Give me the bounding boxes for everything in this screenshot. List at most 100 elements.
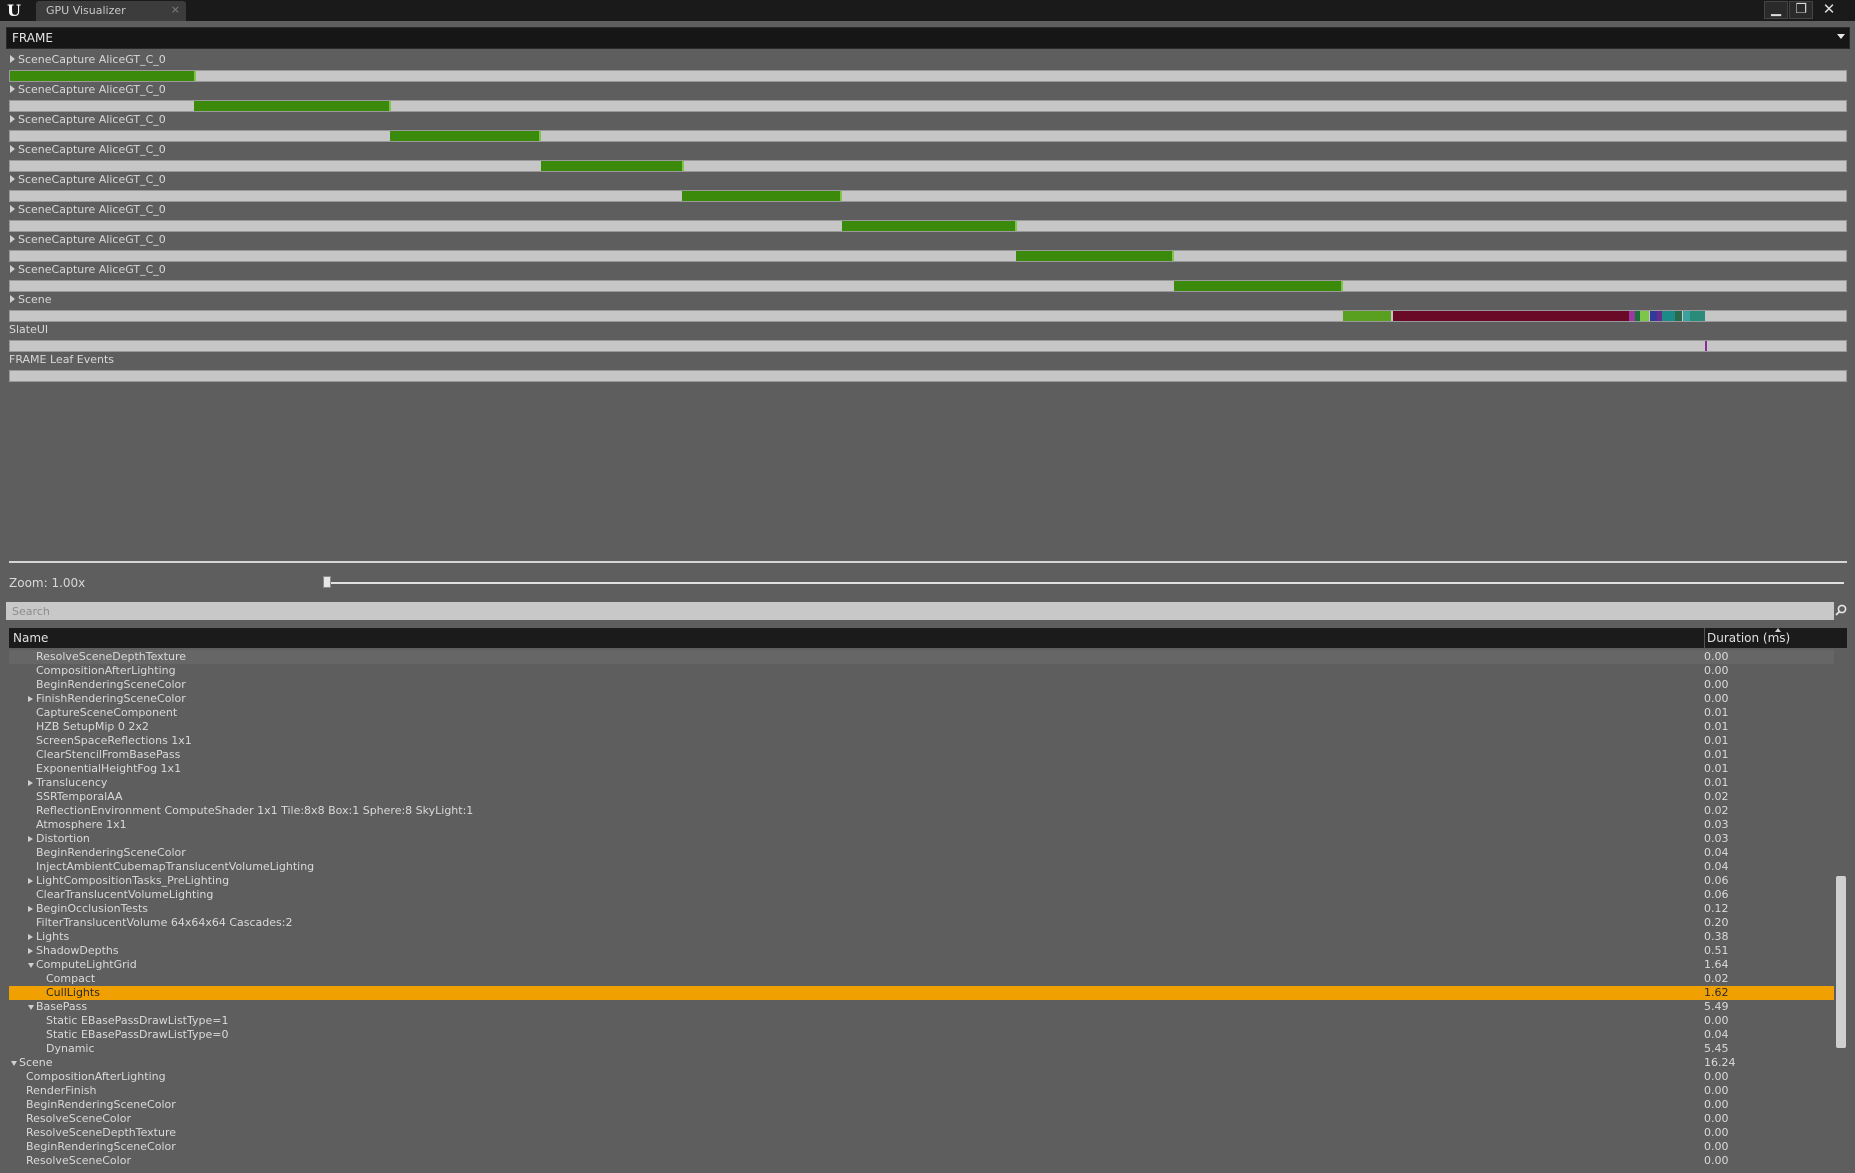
table-row[interactable]: Static EBasePassDrawListType=1 0.00 (9, 1014, 1834, 1028)
timeline-row-label[interactable]: SceneCapture AliceGT_C_0 (10, 173, 166, 186)
table-row[interactable]: ExponentialHeightFog 1x1 0.01 (9, 762, 1834, 776)
timeline-bar[interactable] (9, 70, 1847, 82)
timeline-bar[interactable] (9, 190, 1847, 202)
timeline-row-label[interactable]: Scene (10, 293, 52, 306)
table-row[interactable]: Dynamic 5.45 (9, 1042, 1834, 1056)
timeline-event-segment[interactable] (10, 71, 196, 81)
table-row[interactable]: ClearStencilFromBasePass 0.01 (9, 748, 1834, 762)
zoom-slider-track[interactable] (324, 582, 1844, 584)
table-row[interactable]: BeginRenderingSceneColor 0.00 (9, 678, 1834, 692)
table-row[interactable]: ClearTranslucentVolumeLighting 0.06 (9, 888, 1834, 902)
column-header-duration[interactable]: Duration (ms) (1707, 631, 1790, 645)
table-row[interactable]: LightCompositionTasks_PreLighting 0.06 (9, 874, 1834, 888)
timeline-event-segment[interactable] (1705, 341, 1707, 351)
tab-close-icon[interactable]: × (171, 3, 180, 16)
timeline-event-segment[interactable] (1675, 311, 1682, 321)
triangle-right-icon[interactable] (10, 55, 15, 63)
zoom-slider-handle[interactable] (323, 576, 331, 588)
timeline-event-segment[interactable] (682, 191, 842, 201)
timeline-row-label[interactable]: SceneCapture AliceGT_C_0 (10, 53, 166, 66)
timeline-row-label[interactable]: SceneCapture AliceGT_C_0 (10, 113, 166, 126)
timeline-event-segment[interactable] (390, 131, 541, 141)
triangle-right-icon[interactable] (10, 265, 15, 273)
table-row[interactable]: InjectAmbientCubemapTranslucentVolumeLig… (9, 860, 1834, 874)
close-window-button[interactable]: ✕ (1814, 1, 1844, 17)
column-divider[interactable] (1704, 628, 1705, 648)
tab-gpu-visualizer[interactable]: GPU Visualizer × (36, 1, 186, 21)
timeline-event-segment[interactable] (1683, 311, 1690, 321)
minimize-button[interactable]: ▁ (1764, 1, 1788, 19)
timeline-event-segment[interactable] (842, 221, 1017, 231)
triangle-down-icon[interactable] (28, 963, 34, 968)
table-row[interactable]: FinishRenderingSceneColor 0.00 (9, 692, 1834, 706)
timeline-bar[interactable] (9, 130, 1847, 142)
triangle-right-icon[interactable] (10, 235, 15, 243)
table-row[interactable]: Static EBasePassDrawListType=0 0.04 (9, 1028, 1834, 1042)
timeline-bar[interactable] (9, 220, 1847, 232)
timeline-bar[interactable] (9, 370, 1847, 382)
column-header-name[interactable]: Name (13, 631, 48, 645)
triangle-right-icon[interactable] (10, 205, 15, 213)
search-icon[interactable] (1835, 604, 1847, 616)
triangle-right-icon[interactable] (28, 934, 33, 940)
table-row[interactable]: SSRTemporalAA 0.02 (9, 790, 1834, 804)
table-row[interactable]: Scene 16.24 (9, 1056, 1834, 1070)
table-row[interactable]: BeginRenderingSceneColor 0.00 (9, 1098, 1834, 1112)
triangle-right-icon[interactable] (10, 115, 15, 123)
timeline-divider[interactable] (9, 561, 1847, 563)
triangle-right-icon[interactable] (10, 175, 15, 183)
triangle-right-icon[interactable] (10, 85, 15, 93)
triangle-right-icon[interactable] (28, 696, 33, 702)
table-row[interactable]: RenderFinish 0.00 (9, 1084, 1834, 1098)
table-row[interactable]: ResolveSceneDepthTexture 0.00 (9, 1126, 1834, 1140)
table-row[interactable]: CompositionAfterLighting 0.00 (9, 664, 1834, 678)
table-row[interactable]: ReflectionEnvironment ComputeShader 1x1 … (9, 804, 1834, 818)
table-row[interactable]: BasePass 5.49 (9, 1000, 1834, 1014)
table-row[interactable]: CaptureSceneComponent 0.01 (9, 706, 1834, 720)
search-input[interactable] (6, 602, 1832, 620)
table-row[interactable]: ResolveSceneColor 0.00 (9, 1112, 1834, 1126)
table-row[interactable]: FilterTranslucentVolume 64x64x64 Cascade… (9, 916, 1834, 930)
timeline-row-label[interactable]: SceneCapture AliceGT_C_0 (10, 83, 166, 96)
timeline-event-segment[interactable] (541, 161, 684, 171)
timeline-event-segment[interactable] (1640, 311, 1649, 321)
timeline-event-segment[interactable] (1393, 311, 1630, 321)
triangle-right-icon[interactable] (28, 906, 33, 912)
timeline-event-segment[interactable] (1343, 311, 1391, 321)
table-row[interactable]: ResolveSceneDepthTexture 0.00 (9, 650, 1834, 664)
table-row[interactable]: ResolveSceneColor 0.00 (9, 1154, 1834, 1168)
table-row[interactable]: Compact 0.02 (9, 972, 1834, 986)
table-row[interactable]: Distortion 0.03 (9, 832, 1834, 846)
triangle-right-icon[interactable] (10, 145, 15, 153)
timeline-row-label[interactable]: SceneCapture AliceGT_C_0 (10, 233, 166, 246)
triangle-right-icon[interactable] (28, 836, 33, 842)
timeline-bar[interactable] (9, 100, 1847, 112)
timeline-bar[interactable] (9, 280, 1847, 292)
table-row[interactable]: CompositionAfterLighting 0.00 (9, 1070, 1834, 1084)
timeline-row-label[interactable]: SceneCapture AliceGT_C_0 (10, 203, 166, 216)
timeline-event-segment[interactable] (1174, 281, 1343, 291)
table-row[interactable]: CullLights 1.62 (9, 986, 1834, 1000)
timeline-event-segment[interactable] (1662, 311, 1675, 321)
timeline-event-segment[interactable] (1650, 311, 1657, 321)
timeline-event-segment[interactable] (1690, 311, 1705, 321)
table-row[interactable]: BeginRenderingSceneColor 0.00 (9, 1140, 1834, 1154)
timeline-event-segment[interactable] (194, 101, 391, 111)
table-row[interactable]: Lights 0.38 (9, 930, 1834, 944)
table-row[interactable]: ShadowDepths 0.51 (9, 944, 1834, 958)
triangle-right-icon[interactable] (28, 780, 33, 786)
timeline-row-label[interactable]: SceneCapture AliceGT_C_0 (10, 263, 166, 276)
table-row[interactable]: ScreenSpaceReflections 1x1 0.01 (9, 734, 1834, 748)
triangle-right-icon[interactable] (10, 295, 15, 303)
timeline-bar[interactable] (9, 310, 1847, 322)
triangle-down-icon[interactable] (11, 1061, 17, 1066)
scrollbar-thumb[interactable] (1836, 876, 1846, 1048)
table-row[interactable]: Atmosphere 1x1 0.03 (9, 818, 1834, 832)
frame-select-dropdown[interactable]: FRAME (6, 27, 1850, 49)
triangle-right-icon[interactable] (28, 878, 33, 884)
timeline-event-segment[interactable] (1016, 251, 1174, 261)
triangle-right-icon[interactable] (28, 948, 33, 954)
maximize-button[interactable]: ❐ (1789, 1, 1813, 19)
table-row[interactable]: BeginOcclusionTests 0.12 (9, 902, 1834, 916)
timeline-row-label[interactable]: SceneCapture AliceGT_C_0 (10, 143, 166, 156)
